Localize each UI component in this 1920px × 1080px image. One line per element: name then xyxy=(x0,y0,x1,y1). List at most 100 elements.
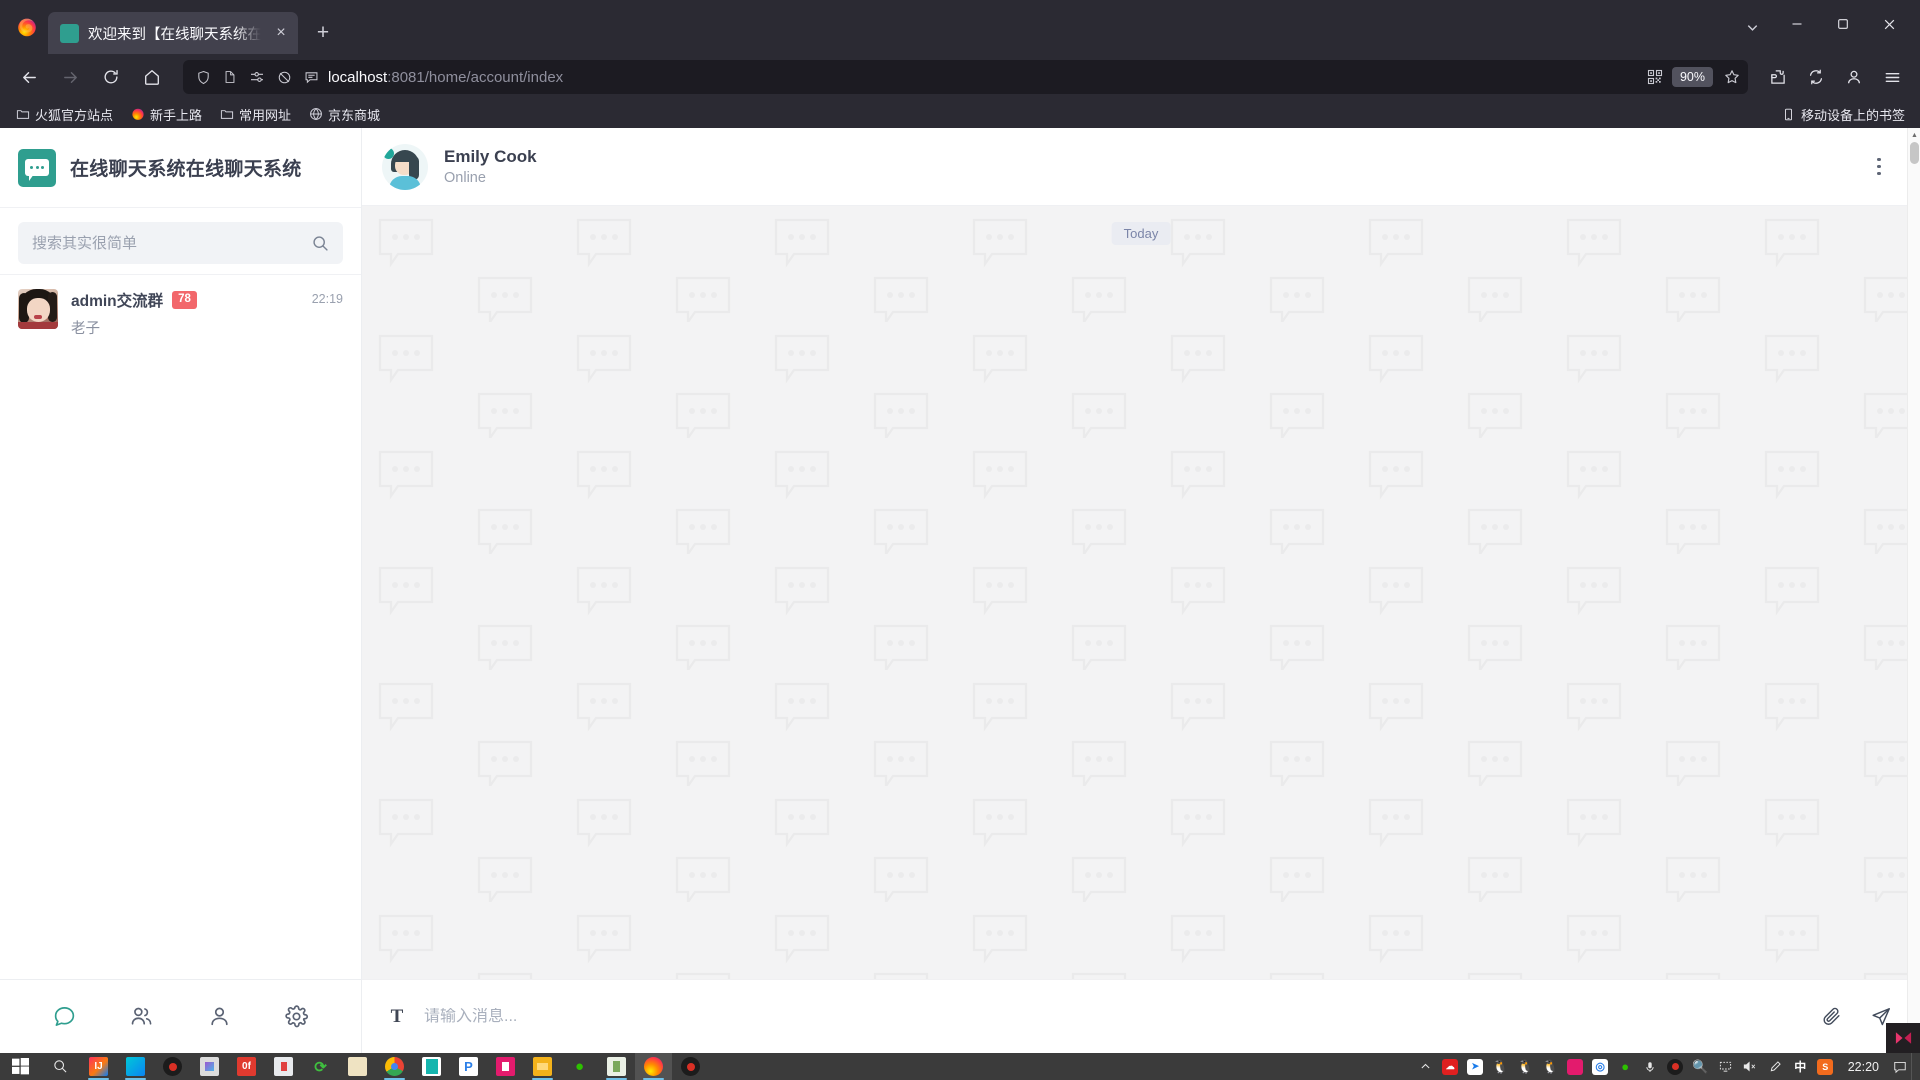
taskbar-app-chrome-icon[interactable] xyxy=(376,1053,413,1080)
taskbar-app-wechat-icon[interactable]: ● xyxy=(561,1053,598,1080)
scrollbar-thumb[interactable] xyxy=(1910,142,1919,164)
app-title: 在线聊天系统在线聊天系统 xyxy=(70,159,302,180)
taskbar-app-notepad-icon[interactable] xyxy=(598,1053,635,1080)
mobile-device-icon xyxy=(1781,107,1796,122)
sidebar-item-contacts[interactable] xyxy=(119,994,165,1040)
sync-icon[interactable] xyxy=(1798,60,1834,94)
back-arrow-icon[interactable] xyxy=(10,60,48,94)
search-icon[interactable] xyxy=(311,234,329,252)
chat-item-top-row: admin交流群 78 xyxy=(71,289,299,311)
tray-magenta-icon[interactable] xyxy=(1563,1053,1588,1080)
tray-microphone-icon[interactable] xyxy=(1638,1053,1663,1080)
more-vertical-icon[interactable] xyxy=(1864,150,1894,184)
tray-search-orange-icon[interactable]: 🔍 xyxy=(1688,1053,1713,1080)
bookmark-mobile-folder[interactable]: 移动设备上的书签 xyxy=(1774,102,1912,127)
zoom-level-badge[interactable]: 90% xyxy=(1671,67,1713,87)
conversation-header: Emily Cook Online xyxy=(362,128,1920,206)
taskbar-app-firefox-dev-icon[interactable] xyxy=(117,1053,154,1080)
reload-icon[interactable] xyxy=(92,60,130,94)
taskbar-app-magenta-icon[interactable] xyxy=(487,1053,524,1080)
new-tab-button[interactable]: + xyxy=(306,16,340,50)
taskbar-app-firefox-icon[interactable] xyxy=(635,1053,672,1080)
taskbar-clock[interactable]: 22:20 xyxy=(1838,1060,1889,1074)
tray-blue-arrow-icon[interactable]: ➤ xyxy=(1463,1053,1488,1080)
screen-recorder-widget[interactable] xyxy=(1886,1023,1920,1053)
show-desktop-button[interactable] xyxy=(1911,1053,1918,1080)
permissions-icon[interactable] xyxy=(247,67,267,87)
bookmark-mobile-label: 移动设备上的书签 xyxy=(1800,107,1905,123)
app-sidebar: 在线聊天系统在线聊天系统 搜索其实很简单 admin交流群 78 老子 22:1… xyxy=(0,128,362,1053)
tab-close-icon[interactable]: × xyxy=(270,22,292,44)
tray-pen-icon[interactable] xyxy=(1763,1053,1788,1080)
text-format-icon[interactable]: T xyxy=(386,1006,408,1028)
taskbar-app-teal-icon[interactable] xyxy=(413,1053,450,1080)
windows-start-icon[interactable] xyxy=(0,1053,40,1080)
sidebar-item-settings[interactable] xyxy=(273,994,319,1040)
shield-icon[interactable] xyxy=(193,67,213,87)
tray-chevron-up-icon[interactable] xyxy=(1413,1053,1438,1080)
tray-sogou-icon[interactable]: S xyxy=(1813,1053,1838,1080)
taskbar-app-explorer-icon[interactable] xyxy=(524,1053,561,1080)
page-scrollbar[interactable]: ▲ ▼ xyxy=(1907,128,1920,1053)
taskbar-app-intellij-icon[interactable]: IJ xyxy=(80,1053,117,1080)
taskbar-app-office-red-icon[interactable]: 0f xyxy=(228,1053,265,1080)
taskbar-app-photos-icon[interactable] xyxy=(191,1053,228,1080)
taskbar-app-record-red-icon[interactable] xyxy=(154,1053,191,1080)
tray-qq-icon[interactable]: 🐧 xyxy=(1488,1053,1513,1080)
tabstrip-right-controls xyxy=(1732,4,1912,50)
sidebar-item-profile[interactable] xyxy=(196,994,242,1040)
conversation-panel: Emily Cook Online Today T 请输入消息... xyxy=(362,128,1920,1053)
url-address-bar[interactable]: localhost:8081/home/account/index 90% xyxy=(183,60,1748,94)
message-input[interactable] xyxy=(424,1007,1798,1026)
taskbar-app-record-icon[interactable] xyxy=(672,1053,709,1080)
taskbar-search-icon[interactable] xyxy=(40,1053,80,1080)
bookmark-star-icon[interactable] xyxy=(1722,67,1742,87)
tray-ime-chinese-icon[interactable]: 中 xyxy=(1788,1053,1813,1080)
bookmark-label: 常用网址 xyxy=(239,107,292,123)
tray-qq-icon[interactable]: 🐧 xyxy=(1538,1053,1563,1080)
scroll-up-arrow-icon[interactable]: ▲ xyxy=(1908,128,1920,142)
bookmark-item-1[interactable]: 新手上路 xyxy=(123,102,209,127)
sidebar-item-chats[interactable] xyxy=(42,994,88,1040)
bookmark-item-3[interactable]: 京东商城 xyxy=(301,102,387,127)
chat-bubble-logo-icon xyxy=(18,148,56,187)
qr-code-icon[interactable] xyxy=(1645,67,1665,87)
taskbar-app-sync-green-icon[interactable]: ⟳ xyxy=(302,1053,339,1080)
unread-badge: 78 xyxy=(172,291,197,309)
bookmark-item-0[interactable]: 火狐官方站点 xyxy=(8,102,120,127)
tray-display-icon[interactable] xyxy=(1713,1053,1738,1080)
firefox-icon xyxy=(130,107,145,122)
minimize-icon[interactable] xyxy=(1774,4,1820,44)
tab-favicon-icon xyxy=(60,23,79,43)
extensions-icon[interactable] xyxy=(1760,60,1796,94)
maximize-icon[interactable] xyxy=(1820,4,1866,44)
search-box[interactable] xyxy=(18,222,343,264)
tab-strip: 欢迎来到【在线聊天系统在线聊 × + xyxy=(0,0,1920,54)
forward-arrow-icon[interactable] xyxy=(51,60,89,94)
reader-view-icon[interactable] xyxy=(301,67,321,87)
avatar xyxy=(382,143,428,190)
list-all-tabs-chevron-down-icon[interactable] xyxy=(1732,10,1772,44)
taskbar-app-snip-icon[interactable] xyxy=(339,1053,376,1080)
tray-app-blue-icon[interactable]: ◎ xyxy=(1588,1053,1613,1080)
tray-cloud-red-icon[interactable]: ☁ xyxy=(1438,1053,1463,1080)
tray-mute-icon[interactable] xyxy=(1738,1053,1763,1080)
notification-center-icon[interactable] xyxy=(1889,1053,1911,1080)
search-input[interactable] xyxy=(32,234,311,252)
list-item[interactable]: admin交流群 78 老子 22:19 xyxy=(0,275,361,354)
window-close-icon[interactable] xyxy=(1866,4,1912,44)
taskbar-app-paint-icon[interactable] xyxy=(265,1053,302,1080)
tray-qq-icon[interactable]: 🐧 xyxy=(1513,1053,1538,1080)
hamburger-menu-icon[interactable] xyxy=(1874,60,1910,94)
home-icon[interactable] xyxy=(133,60,171,94)
bookmark-item-2[interactable]: 常用网址 xyxy=(212,102,298,127)
taskbar-app-p-blue-icon[interactable]: P xyxy=(450,1053,487,1080)
tray-record-icon[interactable] xyxy=(1663,1053,1688,1080)
page-icon[interactable] xyxy=(220,67,240,87)
browser-tab-active[interactable]: 欢迎来到【在线聊天系统在线聊 × xyxy=(48,12,298,54)
chat-list: admin交流群 78 老子 22:19 xyxy=(0,274,361,979)
tray-wechat-icon[interactable]: ● xyxy=(1613,1053,1638,1080)
account-icon[interactable] xyxy=(1836,60,1872,94)
paperclip-icon[interactable] xyxy=(1814,1000,1848,1034)
tracking-protection-off-icon[interactable] xyxy=(274,67,294,87)
